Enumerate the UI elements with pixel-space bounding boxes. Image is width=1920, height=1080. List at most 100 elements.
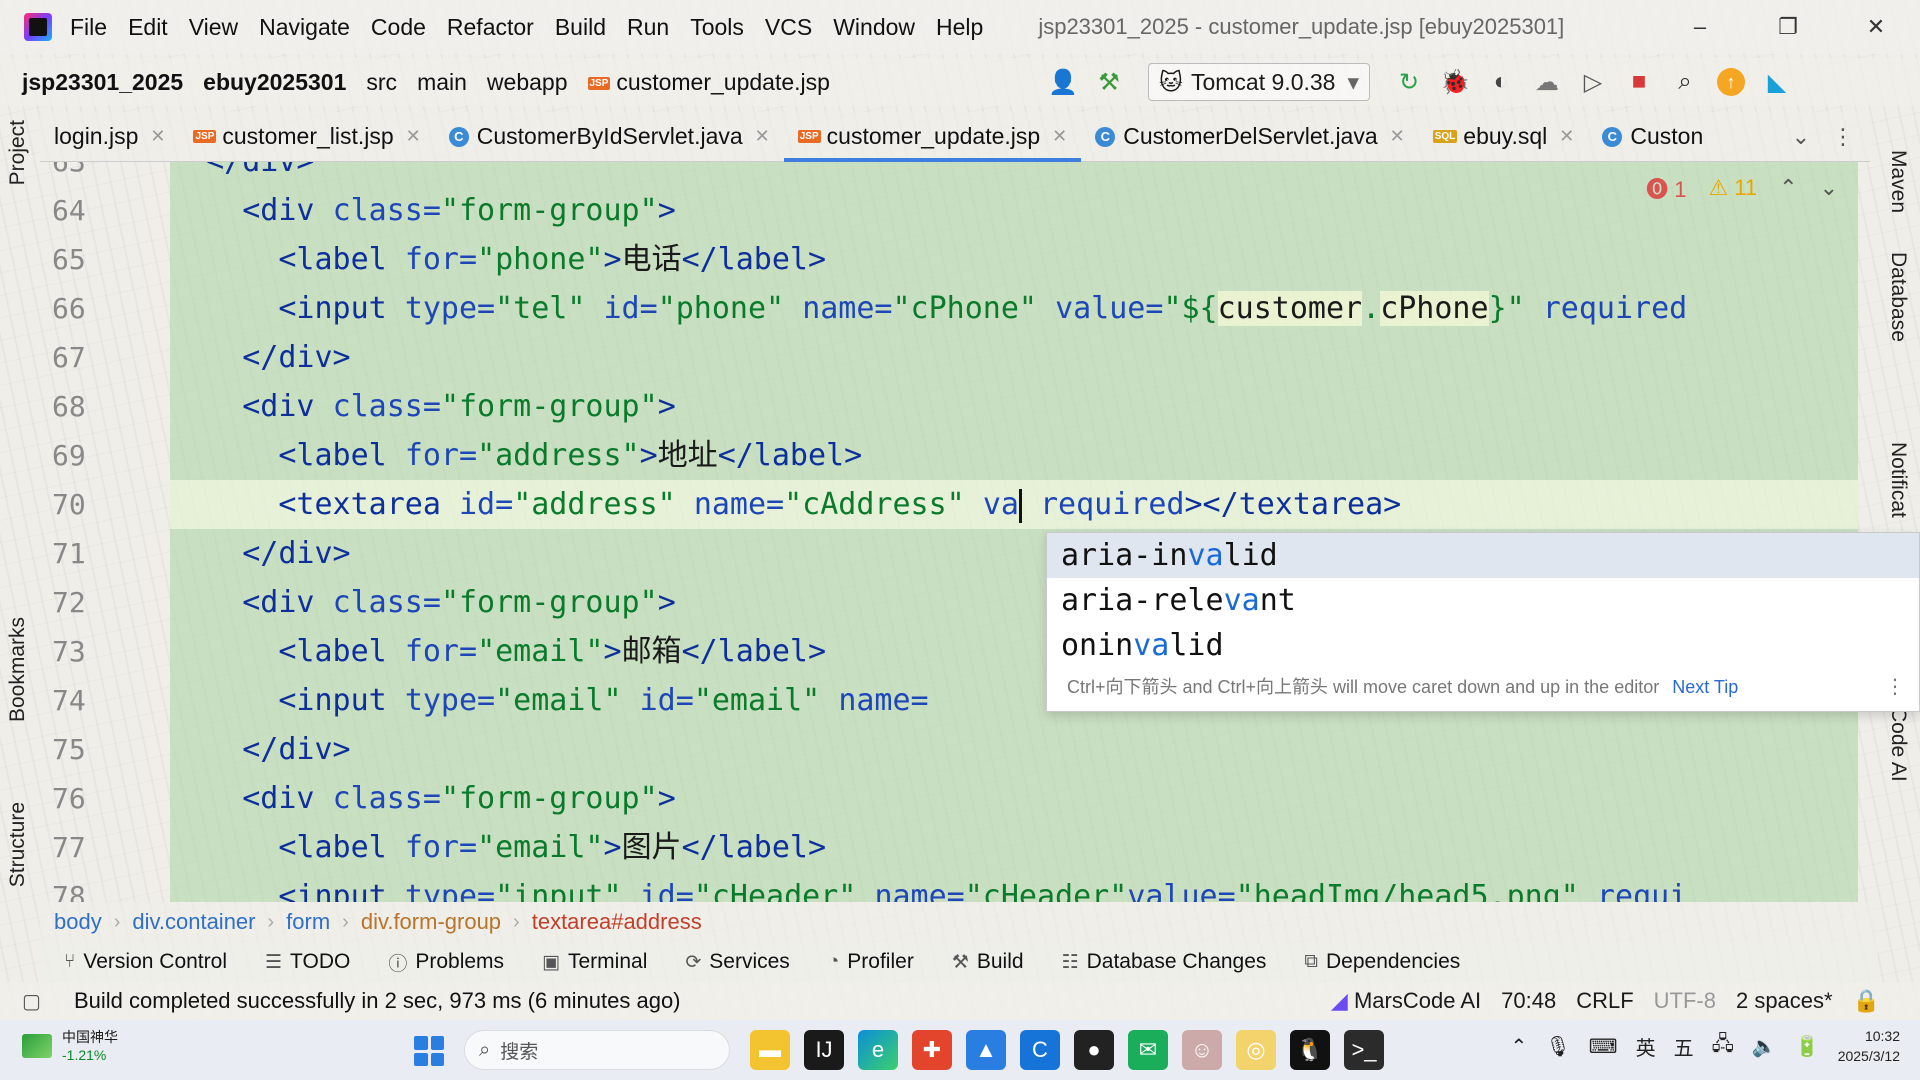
breadcrumb-item[interactable]: textarea#address <box>532 909 702 935</box>
file-explorer-icon[interactable]: ▬ <box>750 1030 790 1070</box>
volume-icon[interactable]: 🔈 <box>1752 1034 1777 1059</box>
edge-icon[interactable]: e <box>858 1030 898 1070</box>
code-line[interactable]: <input type="input" id="cHeader" name="c… <box>170 872 1858 902</box>
keyboard-icon[interactable]: ⌨ <box>1589 1034 1618 1059</box>
terminal-icon[interactable]: >_ <box>1344 1030 1384 1070</box>
intellij-taskbar-icon[interactable]: IJ <box>804 1030 844 1070</box>
code-line[interactable]: </div> <box>170 162 1858 186</box>
tool-window-version-control[interactable]: ⑂ Version Control <box>64 950 227 974</box>
next-tip-link[interactable]: Next Tip <box>1672 677 1738 697</box>
tab-login-jsp[interactable]: login.jsp ✕ <box>40 112 179 162</box>
tray-expand-icon[interactable]: ⌃ <box>1511 1034 1528 1059</box>
tool-window-database-changes[interactable]: ☷ Database Changes <box>1062 950 1267 974</box>
breadcrumb-item[interactable]: div.container <box>132 909 255 935</box>
close-tab-icon[interactable]: ✕ <box>150 126 165 147</box>
warning-count[interactable]: ⚠ 11 <box>1708 175 1757 201</box>
code-line[interactable]: </div> <box>170 725 1858 774</box>
nav-file[interactable]: JSP customer_update.jsp <box>578 69 840 96</box>
update-icon[interactable]: ↑ <box>1714 65 1748 99</box>
code-line[interactable]: <textarea id="address" name="cAddress" v… <box>170 480 1858 529</box>
breadcrumb-item[interactable]: body <box>54 909 102 935</box>
line-number[interactable]: 63 <box>52 162 112 186</box>
indent-setting[interactable]: 2 spaces* <box>1736 988 1833 1014</box>
app-red-icon[interactable]: ✚ <box>912 1030 952 1070</box>
tab-list-chevron-icon[interactable]: ⌄ <box>1792 124 1810 150</box>
close-tab-icon[interactable]: ✕ <box>755 126 770 147</box>
breadcrumb-item[interactable]: div.form-group <box>361 909 501 935</box>
app-avatar-icon[interactable]: ☺ <box>1182 1030 1222 1070</box>
tool-window-services[interactable]: ⟳ Services <box>685 950 789 974</box>
menu-window[interactable]: Window <box>833 14 915 41</box>
menu-edit[interactable]: Edit <box>128 14 168 41</box>
line-number[interactable]: 64 <box>52 186 112 235</box>
line-number[interactable]: 67 <box>52 333 112 382</box>
tab-custon[interactable]: C Custon <box>1588 112 1717 162</box>
battery-icon[interactable]: 🔋 <box>1795 1034 1820 1059</box>
caret-position[interactable]: 70:48 <box>1501 988 1556 1014</box>
tool-window-terminal[interactable]: ▣ Terminal <box>542 950 647 974</box>
completion-item[interactable]: aria-invalid <box>1047 533 1919 578</box>
close-tab-icon[interactable]: ✕ <box>1390 126 1405 147</box>
start-button[interactable] <box>414 1036 444 1066</box>
project-tool-button[interactable]: Project <box>6 120 30 185</box>
close-tab-icon[interactable]: ✕ <box>1559 126 1574 147</box>
close-tab-icon[interactable]: ✕ <box>1052 126 1067 147</box>
menu-view[interactable]: View <box>189 14 238 41</box>
inspection-widget[interactable]: ⓿ 1 ⚠ 11 ⌃ ⌄ <box>1646 172 1838 204</box>
menu-tools[interactable]: Tools <box>690 14 744 41</box>
line-number[interactable]: 70 <box>52 480 112 529</box>
code-line[interactable]: <label for="email">图片</label> <box>170 823 1858 872</box>
menu-refactor[interactable]: Refactor <box>447 14 534 41</box>
line-number[interactable]: 65 <box>52 235 112 284</box>
panel-toggle-icon[interactable]: ▢ <box>22 989 41 1014</box>
line-number-gutter[interactable]: 63646566676869707172737475767778 <box>40 162 152 902</box>
plugin-icon[interactable]: ◣ <box>1760 65 1794 99</box>
coverage-icon[interactable]: ◐ <box>1484 65 1518 99</box>
line-number[interactable]: 78 <box>52 872 112 902</box>
line-number[interactable]: 71 <box>52 529 112 578</box>
app-yellow-icon[interactable]: ◎ <box>1236 1030 1276 1070</box>
nav-main[interactable]: main <box>407 69 477 96</box>
stock-widget[interactable]: 中国神华 -1.21% <box>22 1028 118 1064</box>
line-number[interactable]: 77 <box>52 823 112 872</box>
nav-project[interactable]: jsp23301_2025 <box>0 69 193 96</box>
nav-src[interactable]: src <box>356 69 407 96</box>
tool-window-profiler[interactable]: ◔ Profiler <box>828 950 914 974</box>
minimize-button[interactable]: – <box>1656 0 1744 54</box>
code-line[interactable]: <div class="form-group"> <box>170 382 1858 431</box>
ime-lang[interactable]: 英 <box>1636 1032 1656 1061</box>
more-options-icon[interactable]: ⋮ <box>1832 124 1854 150</box>
clock[interactable]: 10:32 2025/3/12 <box>1838 1026 1900 1066</box>
code-line[interactable]: <label for="address">地址</label> <box>170 431 1858 480</box>
menu-build[interactable]: Build <box>555 14 606 41</box>
close-tab-icon[interactable]: ✕ <box>406 126 421 147</box>
profile-icon[interactable]: ☁ <box>1530 65 1564 99</box>
database-tool-button[interactable]: Database <box>1886 252 1910 342</box>
code-line[interactable]: <div class="form-group"> <box>170 774 1858 823</box>
line-separator[interactable]: CRLF <box>1576 988 1633 1014</box>
line-number[interactable]: 74 <box>52 676 112 725</box>
menu-navigate[interactable]: Navigate <box>259 14 350 41</box>
bookmarks-tool-button[interactable]: Bookmarks <box>6 617 30 722</box>
menu-help[interactable]: Help <box>936 14 983 41</box>
taskbar-search[interactable]: ⌕ 搜索 <box>464 1030 730 1070</box>
network-icon[interactable]: 🖧 <box>1712 1029 1734 1063</box>
app-chat-icon[interactable]: ✉ <box>1128 1030 1168 1070</box>
next-highlight-icon[interactable]: ⌄ <box>1820 175 1838 201</box>
code-line[interactable]: <label for="phone">电话</label> <box>170 235 1858 284</box>
run-more-icon[interactable]: ▷ <box>1576 65 1610 99</box>
marscode-widget[interactable]: ◢ MarsCode AI <box>1331 988 1481 1014</box>
line-number[interactable]: 73 <box>52 627 112 676</box>
structure-tool-button[interactable]: Structure <box>6 802 30 887</box>
app-record-icon[interactable]: ● <box>1074 1030 1114 1070</box>
line-number[interactable]: 68 <box>52 382 112 431</box>
tab-ebuy-sql[interactable]: SQL ebuy.sql ✕ <box>1419 112 1589 162</box>
code-line[interactable]: <div class="form-group"> <box>170 186 1858 235</box>
hammer-icon[interactable]: ⚒ <box>1092 65 1126 99</box>
user-icon[interactable]: 👤 <box>1046 65 1080 99</box>
tab-customerbyidservlet-java[interactable]: C CustomerByIdServlet.java ✕ <box>435 112 784 162</box>
menu-file[interactable]: File <box>70 14 107 41</box>
tool-window-todo[interactable]: ☰ TODO <box>265 950 350 974</box>
lock-icon[interactable]: 🔒 <box>1853 988 1880 1014</box>
notifications-tool-button[interactable]: Notificat <box>1886 442 1910 518</box>
